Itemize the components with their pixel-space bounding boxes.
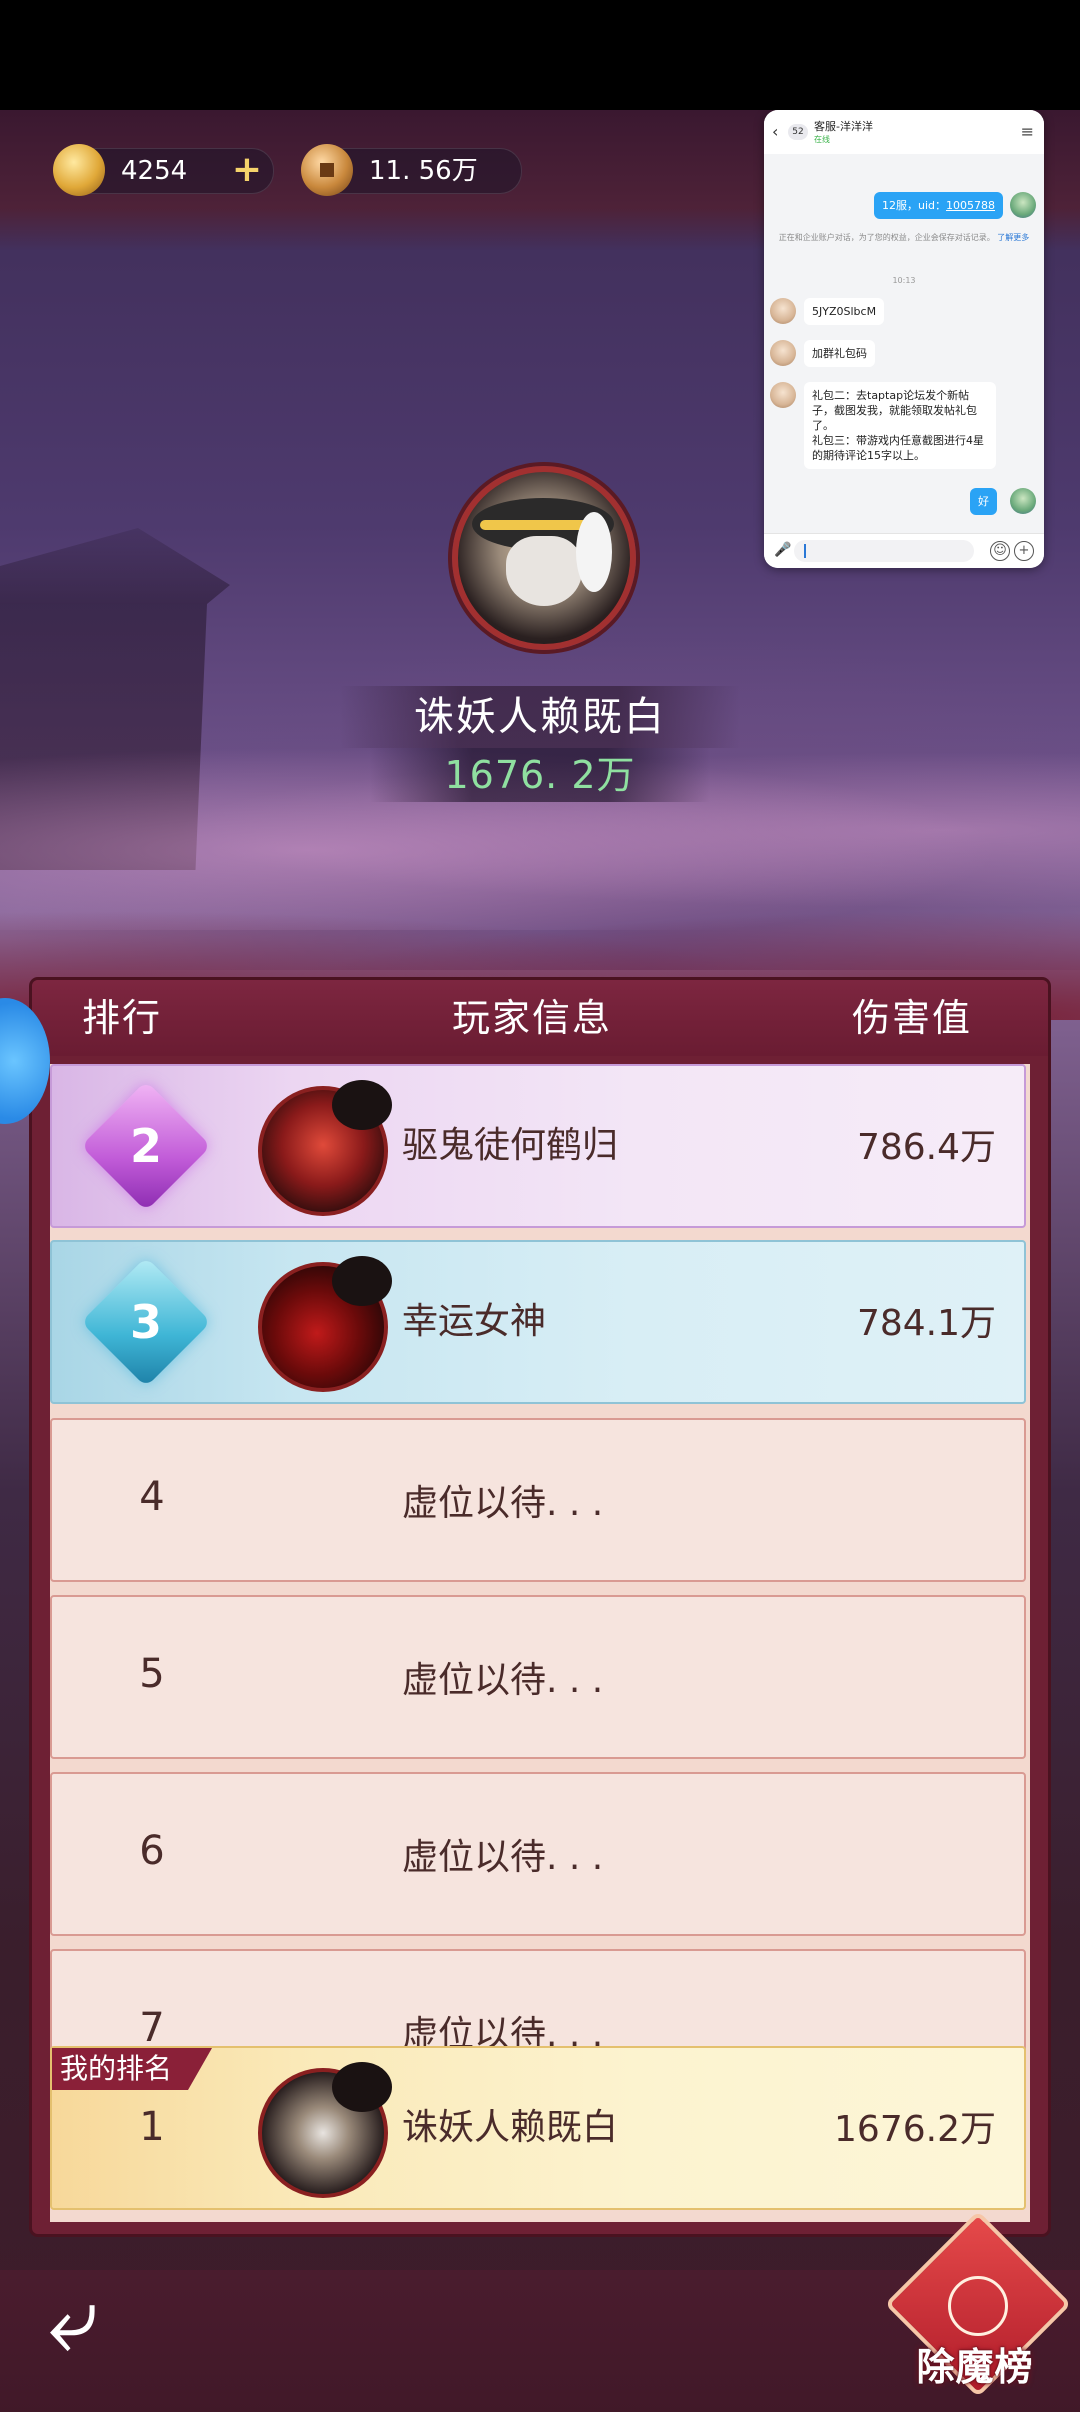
champion-hair bbox=[576, 512, 612, 592]
copper-coin-icon bbox=[301, 144, 353, 196]
chat-message-uid-value[interactable]: 1005788 bbox=[946, 199, 995, 212]
header-rank: 排行 bbox=[81, 996, 162, 1040]
ranking-row-4[interactable]: 4 虚位以待. . . bbox=[50, 1418, 1026, 1582]
player-avatar[interactable] bbox=[258, 1080, 392, 1216]
chat-overlay-window[interactable]: ‹ 52 客服-洋洋洋 在线 ≡ 12服，uid：1005788 正在和企业账户… bbox=[764, 110, 1044, 568]
player-name: 幸运女神 bbox=[402, 1301, 547, 1342]
board-label: 除魔榜 bbox=[916, 2345, 1034, 2389]
rank-number: 7 bbox=[139, 2005, 165, 2051]
placeholder-name: 虚位以待. . . bbox=[402, 1837, 604, 1878]
avatar-hat bbox=[332, 2062, 392, 2112]
header-player-info: 玩家信息 bbox=[451, 996, 612, 1040]
rank-number: 4 bbox=[139, 1474, 165, 1520]
copper-currency-pill: 11. 56万 bbox=[301, 144, 522, 196]
text-caret bbox=[804, 544, 806, 558]
my-rank-number: 1 bbox=[139, 2104, 165, 2150]
avatar-hair bbox=[332, 1080, 392, 1130]
copper-amount: 11. 56万 bbox=[369, 156, 478, 186]
chat-status: 在线 bbox=[814, 135, 830, 144]
emoji-icon[interactable]: ☺ bbox=[990, 541, 1010, 561]
gold-amount: 4254 bbox=[121, 156, 188, 186]
ranking-row-2[interactable]: 2 驱鬼徒何鹤归 786.4万 bbox=[50, 1064, 1026, 1228]
rank-2-number: 2 bbox=[129, 1119, 162, 1173]
player-name: 驱鬼徒何鹤归 bbox=[402, 1125, 619, 1166]
my-damage: 1676.2万 bbox=[834, 2109, 996, 2150]
chat-input-bar: 🎤 ☺ + bbox=[764, 533, 1044, 568]
chat-message-group: 加群礼包码 bbox=[804, 340, 875, 367]
chat-header: ‹ 52 客服-洋洋洋 在线 ≡ bbox=[764, 110, 1044, 154]
board-emblem-icon bbox=[948, 2276, 1008, 2336]
chat-time: 10:13 bbox=[892, 276, 916, 285]
chat-message-uid-label: 12服，uid： bbox=[882, 199, 947, 212]
agent-chat-avatar bbox=[770, 382, 796, 408]
status-bar bbox=[0, 0, 1080, 110]
chat-message-code: 5JYZ0SlbcM bbox=[804, 298, 885, 325]
agent-chat-avatar bbox=[770, 340, 796, 366]
header-damage: 伤害值 bbox=[851, 996, 972, 1040]
chat-message-gifts: 礼包二：去taptap论坛发个新帖子，截图发我，就能领取发帖礼包了。 礼包三：带… bbox=[804, 382, 996, 469]
my-avatar[interactable] bbox=[258, 2062, 392, 2198]
chat-system-note-text: 正在和企业账户对话，为了您的权益，企业会保存对话记录。 bbox=[778, 233, 995, 242]
demon-board-button[interactable]: 除魔榜 bbox=[884, 2210, 1072, 2398]
rank-3-number: 3 bbox=[129, 1295, 162, 1349]
ranking-header: 排行 玩家信息 伤害值 bbox=[32, 980, 1048, 1056]
player-damage: 786.4万 bbox=[856, 1127, 996, 1168]
player-avatar[interactable] bbox=[258, 1256, 392, 1392]
champion-avatar[interactable] bbox=[452, 466, 636, 650]
unread-count: 52 bbox=[788, 124, 808, 140]
ranking-row-5[interactable]: 5 虚位以待. . . bbox=[50, 1595, 1026, 1759]
avatar-hair bbox=[332, 1256, 392, 1306]
add-gold-button[interactable]: + bbox=[229, 152, 265, 189]
back-arrow-icon: ⤶ bbox=[48, 2267, 99, 2372]
my-chat-avatar bbox=[1010, 192, 1036, 218]
ranking-list[interactable]: 2 驱鬼徒何鹤归 786.4万 3 幸运女神 784.1万 4 虚位以待. . … bbox=[50, 1064, 1030, 2222]
champion-face bbox=[506, 536, 582, 606]
chat-title: 客服-洋洋洋 bbox=[814, 120, 873, 133]
gold-currency-pill: 4254 + bbox=[53, 144, 274, 196]
my-chat-avatar bbox=[1010, 488, 1036, 514]
chat-menu-icon[interactable]: ≡ bbox=[1021, 122, 1034, 141]
placeholder-name: 虚位以待. . . bbox=[402, 1483, 604, 1524]
chat-message-uid: 12服，uid：1005788 bbox=[874, 192, 1004, 219]
my-name: 诛妖人赖既白 bbox=[402, 2107, 619, 2148]
chat-input[interactable] bbox=[794, 540, 974, 562]
microphone-icon[interactable]: 🎤 bbox=[774, 542, 791, 558]
add-icon[interactable]: + bbox=[1014, 541, 1034, 561]
ranking-row-3[interactable]: 3 幸运女神 784.1万 bbox=[50, 1240, 1026, 1404]
my-rank-tag: 我的排名 bbox=[52, 2048, 213, 2090]
ranking-row-6[interactable]: 6 虚位以待. . . bbox=[50, 1772, 1026, 1936]
rank-number: 5 bbox=[139, 1651, 165, 1697]
champion-name: 诛妖人赖既白 bbox=[414, 694, 666, 740]
back-button[interactable]: ⤶ bbox=[48, 2275, 158, 2365]
placeholder-name: 虚位以待. . . bbox=[402, 1660, 604, 1701]
chat-system-note: 正在和企业账户对话，为了您的权益，企业会保存对话记录。 了解更多 bbox=[778, 232, 1030, 244]
rank-number: 6 bbox=[139, 1828, 165, 1874]
player-damage: 784.1万 bbox=[856, 1303, 996, 1344]
chat-back-icon[interactable]: ‹ bbox=[772, 122, 778, 141]
chat-system-note-link[interactable]: 了解更多 bbox=[997, 233, 1029, 242]
gold-ingot-icon bbox=[53, 144, 105, 196]
ranking-panel: 排行 玩家信息 伤害值 2 驱鬼徒何鹤归 786.4万 3 幸运女神 784.1… bbox=[32, 980, 1048, 2234]
chat-message-ok: 好 bbox=[970, 488, 997, 515]
agent-chat-avatar bbox=[770, 298, 796, 324]
my-rank-row[interactable]: 我的排名 1 诛妖人赖既白 1676.2万 bbox=[50, 2046, 1026, 2210]
champion-damage: 1676. 2万 bbox=[444, 753, 636, 797]
